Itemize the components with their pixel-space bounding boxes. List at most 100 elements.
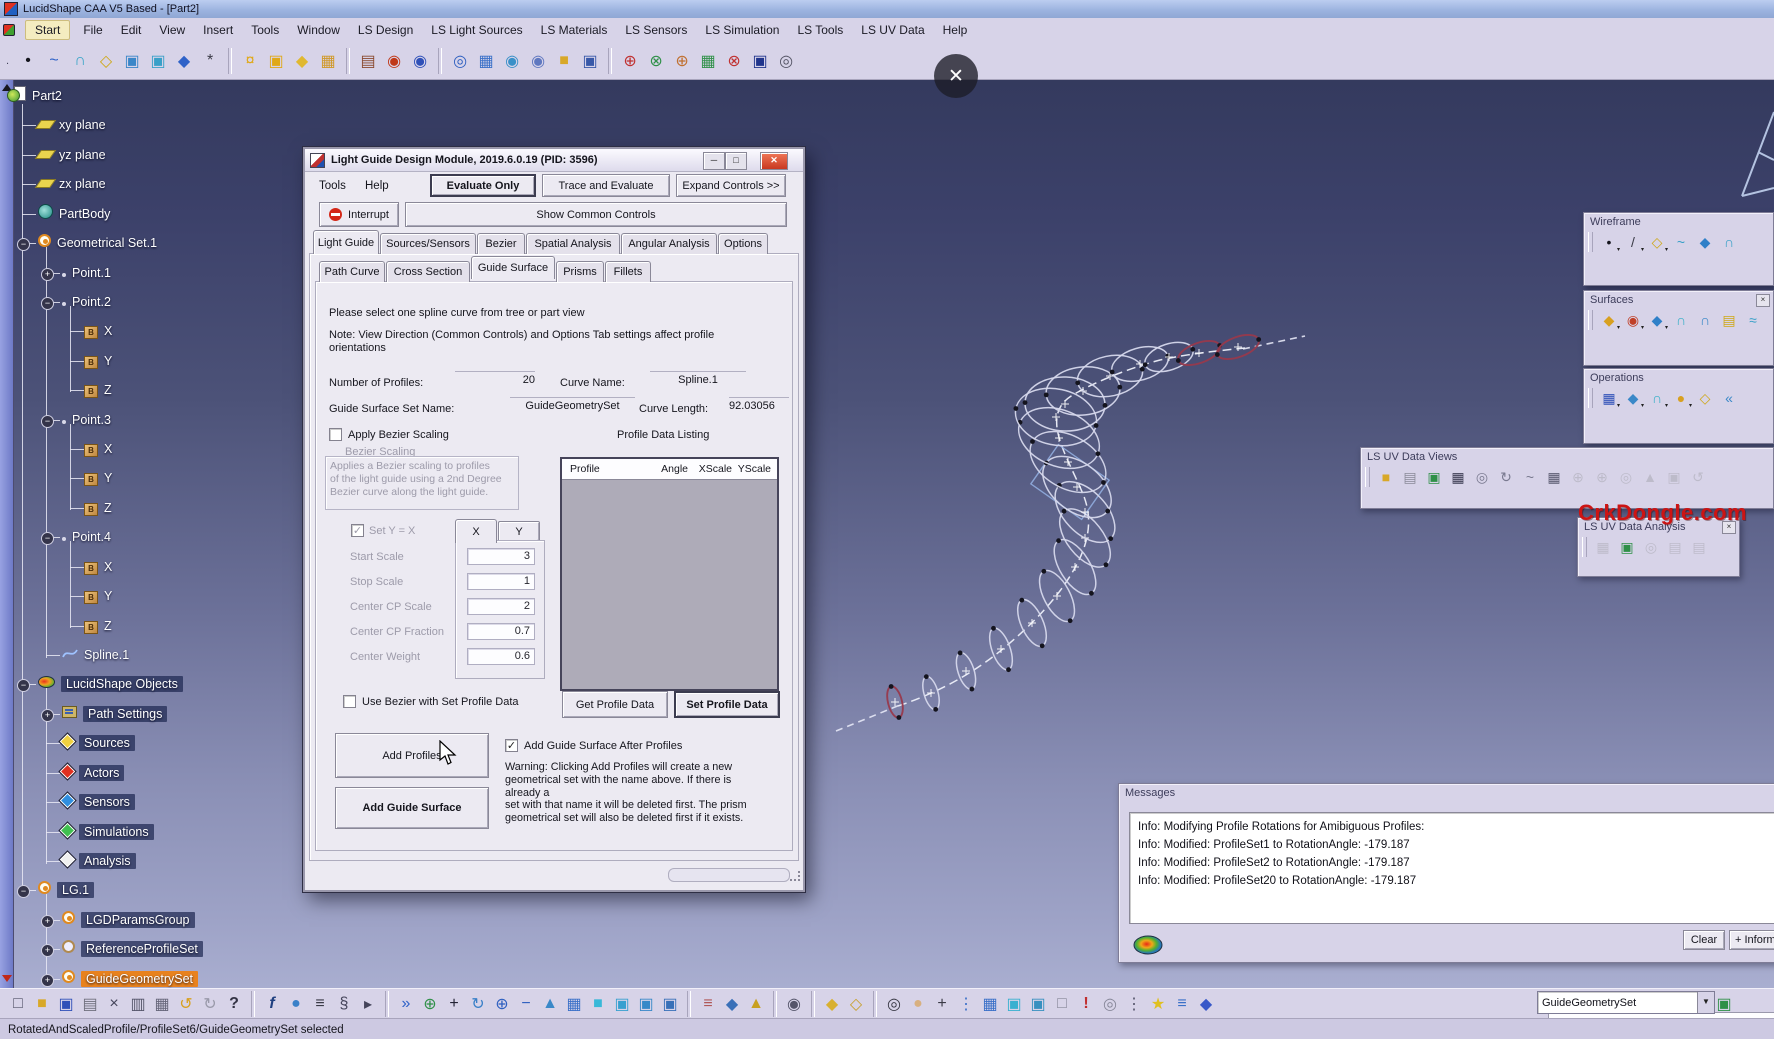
false-color-view-icon[interactable]: ▣	[1422, 466, 1446, 488]
circle-icon[interactable]: ∩	[1717, 231, 1741, 253]
zoom-out-icon[interactable]: −	[514, 992, 538, 1016]
print-icon[interactable]: ▤	[78, 992, 102, 1016]
view-left-icon[interactable]: ▣	[119, 48, 145, 74]
set-y-equals-x-checkbox[interactable]: ✓	[353, 525, 362, 537]
menu-ls-tools[interactable]: LS Tools	[788, 21, 852, 39]
light-source-icon[interactable]: ¤	[237, 48, 263, 74]
rings-filter-icon[interactable]: ◎	[773, 48, 799, 74]
tree-item-xy-plane[interactable]: xy plane	[38, 115, 106, 135]
simulation-run-icon[interactable]: ◉	[381, 48, 407, 74]
menu-ls-materials[interactable]: LS Materials	[532, 21, 617, 39]
pan-icon[interactable]: +	[442, 992, 466, 1016]
tree-item-referenceprofileset[interactable]: ReferenceProfileSet	[62, 939, 203, 959]
dialog-menu-tools[interactable]: Tools	[319, 180, 346, 192]
axis-grid-icon[interactable]: ▦	[695, 48, 721, 74]
tree-item-spline-1[interactable]: Spline.1	[62, 645, 129, 665]
expand-controls-button[interactable]: Expand Controls >>	[676, 174, 786, 197]
iso-view-icon[interactable]: ■	[586, 992, 610, 1016]
undo-view-icon[interactable]: ↺	[1686, 466, 1710, 488]
plane-icon[interactable]: ◇▾	[1645, 231, 1669, 253]
blend-icon[interactable]: ≈	[1741, 309, 1765, 331]
menu-help[interactable]: Help	[934, 21, 977, 39]
panel-grip[interactable]	[1588, 310, 1593, 330]
grab-icon[interactable]: ●	[906, 992, 930, 1016]
peak-icon[interactable]: ▲	[1638, 466, 1662, 488]
tab-spatial-analysis[interactable]: Spatial Analysis	[526, 233, 620, 254]
data-archive-icon[interactable]: ▣	[577, 48, 603, 74]
tree-item-point-2[interactable]: Point.2	[62, 292, 111, 312]
scale-input-stop-scale[interactable]: 1	[467, 573, 535, 590]
guide-surface-set-name-field[interactable]: GuideGeometrySet	[510, 397, 635, 413]
tree-item-lgdparamsgroup[interactable]: LGDParamsGroup	[62, 910, 195, 930]
projection-curve-icon[interactable]: ~	[1669, 231, 1693, 253]
combobox-dropdown-icon[interactable]: ▼	[1697, 992, 1714, 1013]
curve-name-field[interactable]: Spline.1	[650, 371, 746, 387]
messages-information-button[interactable]: + Information	[1729, 930, 1774, 950]
select-point-icon[interactable]: •	[15, 48, 41, 74]
structure-icon[interactable]: ⋮	[954, 992, 978, 1016]
messages-clear-button[interactable]: Clear	[1683, 930, 1725, 950]
surface-patch-icon[interactable]: ◇	[93, 48, 119, 74]
tree-item-partbody[interactable]: PartBody	[38, 204, 110, 224]
tree-item-analysis[interactable]: Analysis	[62, 851, 136, 871]
open-data-icon[interactable]: ■	[1374, 466, 1398, 488]
undo-icon[interactable]: ↺	[174, 992, 198, 1016]
menu-edit[interactable]: Edit	[112, 21, 151, 39]
tree-toggle-icon[interactable]: ⋮	[1122, 992, 1146, 1016]
cube-a-icon[interactable]: ▣	[1002, 992, 1026, 1016]
trace-and-evaluate-button[interactable]: Trace and Evaluate	[542, 174, 670, 197]
paint-icon[interactable]: ◆	[820, 992, 844, 1016]
grid-bars-icon[interactable]: ▦	[473, 48, 499, 74]
paint-alt-icon[interactable]: ◇	[844, 992, 868, 1016]
ring-icon[interactable]: ◎	[1098, 992, 1122, 1016]
menu-ls-light-sources[interactable]: LS Light Sources	[422, 21, 531, 39]
open-icon[interactable]: ■	[30, 992, 54, 1016]
add-profiles-button[interactable]: Add Profiles	[335, 733, 489, 778]
multi-section-icon[interactable]: ▤	[1717, 309, 1741, 331]
tab-light-guide[interactable]: Light Guide	[313, 230, 379, 254]
tree-item-path-settings[interactable]: Path Settings	[62, 704, 167, 724]
new-doc-icon[interactable]: □	[6, 992, 30, 1016]
light-box-icon[interactable]: ▣	[263, 48, 289, 74]
wire-view-icon[interactable]: ▣	[634, 992, 658, 1016]
scale-view-icon[interactable]: ⊕	[1566, 466, 1590, 488]
set-profile-data-button[interactable]: Set Profile Data	[674, 691, 780, 718]
zoom-in-icon[interactable]: ⊕	[490, 992, 514, 1016]
dialog-restore-button[interactable]: □	[725, 152, 747, 170]
shade-view-icon[interactable]: ▣	[610, 992, 634, 1016]
measure-icon[interactable]: ◆	[720, 992, 744, 1016]
split-icon[interactable]: ◆▾	[1621, 387, 1645, 409]
curve-view-icon[interactable]: ~	[1518, 466, 1542, 488]
simulation-print-icon[interactable]: ▤	[355, 48, 381, 74]
arc-icon[interactable]: ∩	[67, 48, 93, 74]
tree-item-point-4[interactable]: Point.4	[62, 527, 111, 547]
tab-options[interactable]: Options	[718, 233, 768, 254]
grid-analysis-icon[interactable]: ▦	[1591, 536, 1615, 558]
tab-sources-sensors[interactable]: Sources/Sensors	[380, 233, 476, 254]
tree-item-z[interactable]: BZ	[84, 616, 112, 636]
add-guide-surface-after-checkbox[interactable]: ✓	[505, 739, 518, 752]
interrupt-button[interactable]: Interrupt	[319, 202, 399, 227]
tree-item-x[interactable]: BX	[84, 321, 112, 341]
rotate-icon[interactable]: ↻	[466, 992, 490, 1016]
tab-angular-analysis[interactable]: Angular Analysis	[621, 233, 717, 254]
grid-icon[interactable]: ▦	[978, 992, 1002, 1016]
menu-ls-sensors[interactable]: LS Sensors	[616, 21, 696, 39]
redo-icon[interactable]: ↻	[198, 992, 222, 1016]
menu-ls-uv-data[interactable]: LS UV Data	[852, 21, 933, 39]
panel-grip[interactable]	[1582, 537, 1587, 557]
show-common-controls-button[interactable]: Show Common Controls	[405, 202, 787, 227]
help-cursor-icon[interactable]: ?	[222, 992, 246, 1016]
graph-b-icon[interactable]: ▤	[1687, 536, 1711, 558]
merge-view-icon[interactable]: ▦	[1542, 466, 1566, 488]
y-scale-tab[interactable]: Y	[498, 521, 540, 542]
subtab-guide-surface[interactable]: Guide Surface	[471, 256, 555, 279]
panel-grip[interactable]	[1588, 388, 1593, 408]
subtab-cross-section[interactable]: Cross Section	[386, 261, 470, 282]
extrude-icon[interactable]: ◆▾	[1597, 309, 1621, 331]
menu-tools[interactable]: Tools	[242, 21, 288, 39]
round-analysis-icon[interactable]: ◎	[1639, 536, 1663, 558]
intersection-icon[interactable]: ◆	[1693, 231, 1717, 253]
axis-green-icon[interactable]: ⊗	[643, 48, 669, 74]
tree-item-yz-plane[interactable]: yz plane	[38, 145, 106, 165]
